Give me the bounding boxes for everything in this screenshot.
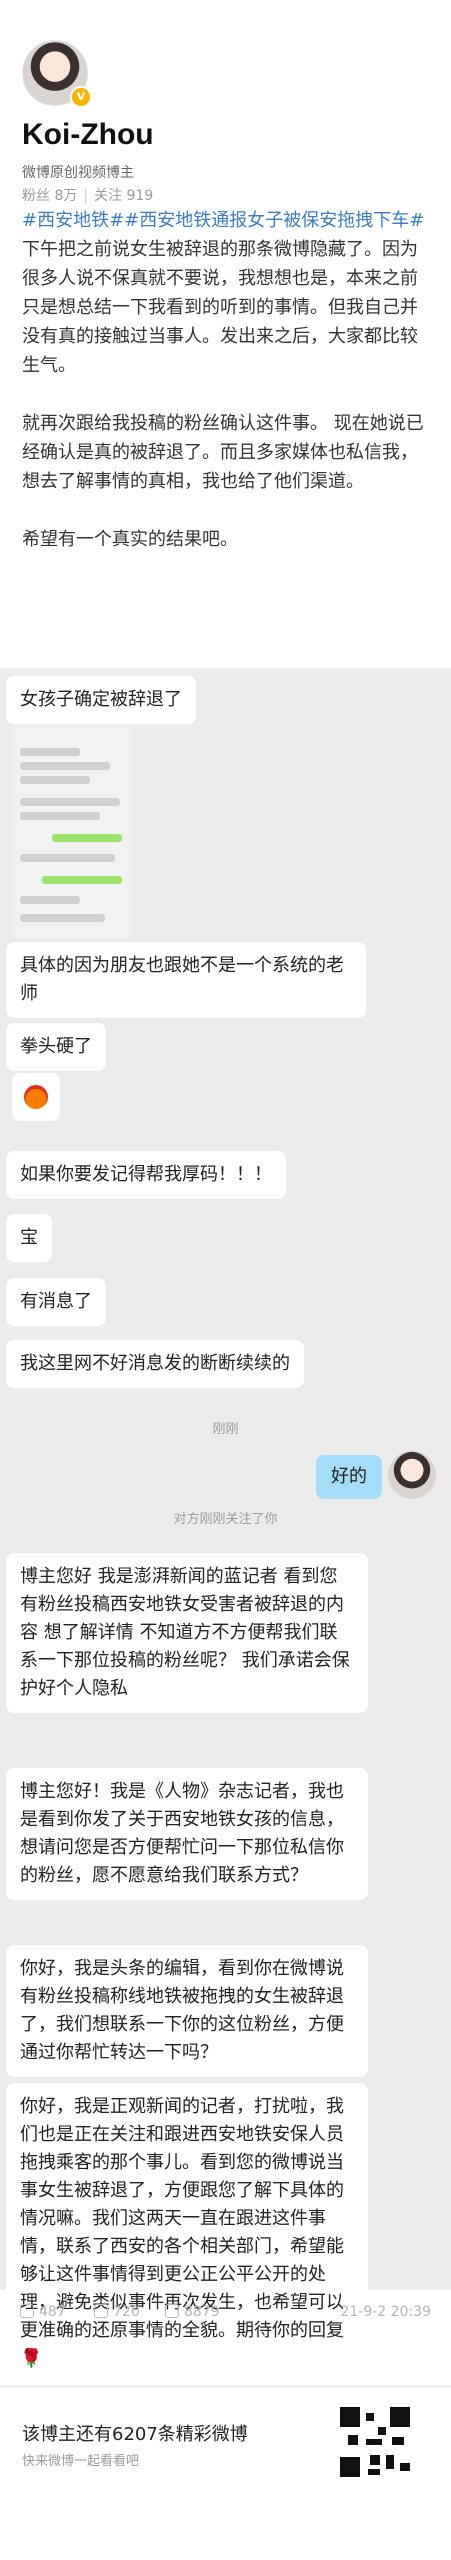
post-body: #西安地铁##西安地铁通报女子被保安拖拽下车# 下午把之前说女生被辞退的那条微博隐… xyxy=(22,206,432,583)
chat-message: 有消息了 xyxy=(6,1278,106,1326)
chat-emoji-message xyxy=(12,1073,60,1121)
like-icon xyxy=(165,2304,179,2318)
chat-timestamp: 刚刚 xyxy=(212,1422,239,1437)
verified-badge-icon: V xyxy=(70,86,92,108)
direct-message: 博主您好！我是《人物》杂志记者，我也是看到你发了关于西安地铁女孩的信息，想请问您… xyxy=(6,1768,368,1900)
post-paragraph-1: #西安地铁##西安地铁通报女子被保安拖拽下车# 下午把之前说女生被辞退的那条微博隐… xyxy=(22,206,432,380)
post-paragraph-2: 就再次跟给我投稿的粉丝确认这件事。 现在她说已经确认是真的被辞退了。而且多家媒体… xyxy=(22,413,424,492)
post-action-bar: 487 720 8879 21-9-2 20:39 xyxy=(0,2300,451,2330)
chat-message: 如果你要发记得帮我厚码！！！ xyxy=(6,1151,286,1199)
topic-link-xian-metro-report[interactable]: #西安地铁通报女子被保安拖拽下车# xyxy=(124,210,424,231)
chat-screenshot: 女孩子确定被辞退了 具体的因为朋友也跟她不是一个系统的老师 拳头硬了 如果你要发… xyxy=(0,668,451,2383)
chat-message: 拳头硬了 xyxy=(6,1023,106,1071)
direct-message: 博主您好 我是澎湃新闻的蓝记者 看到您有粉丝投稿西安地铁女受害者被辞退的内容 想… xyxy=(6,1553,368,1713)
post-paragraph-3: 希望有一个真实的结果吧。 xyxy=(22,529,238,550)
direct-message: 你好，我是头条的编辑，看到你在微博说有粉丝投稿称线地铁被拖拽的女生被辞退了，我们… xyxy=(6,1945,368,2077)
repost-icon xyxy=(20,2304,34,2318)
weibo-post-page: V Koi-Zhou 微博原创视频博主 粉丝 8万 | 关注 919 #西安地铁##… xyxy=(0,0,451,2560)
angry-face-icon xyxy=(24,1085,48,1109)
topic-link-xian-metro[interactable]: #西安地铁# xyxy=(22,210,124,231)
direct-message: 你好，我是正观新闻的记者，打扰啦，我们也是正在关注和跟进西安地铁安保人员拖拽乘客… xyxy=(6,2083,368,2383)
more-posts-subtext: 快来微博一起看看吧 xyxy=(22,2454,140,2469)
repost-count: 487 xyxy=(39,2304,66,2320)
profile-stats: 粉丝 8万 | 关注 919 xyxy=(22,188,154,204)
comment-icon xyxy=(94,2304,108,2318)
fans-count[interactable]: 粉丝 8万 xyxy=(22,188,77,204)
my-avatar xyxy=(388,1451,436,1499)
chat-image xyxy=(12,728,132,938)
profile-description: 微博原创视频博主 xyxy=(22,165,134,181)
post-paragraph-1-text: 下午把之前说女生被辞退的那条微博隐藏了。因为很多人说不保真就不要说，我想想也是，… xyxy=(22,239,418,376)
chat-message: 我这里网不好消息发的断断续续的 xyxy=(6,1340,304,1388)
profile-name[interactable]: Koi-Zhou xyxy=(22,118,154,152)
qr-code-icon xyxy=(340,2407,410,2477)
like-count: 8879 xyxy=(184,2304,220,2320)
repost-button[interactable]: 487 xyxy=(20,2304,66,2320)
follow-count[interactable]: 关注 919 xyxy=(94,188,153,204)
like-button[interactable]: 8879 xyxy=(165,2304,220,2320)
chat-message: 具体的因为朋友也跟她不是一个系统的老师 xyxy=(6,942,366,1018)
chat-message: 女孩子确定被辞退了 xyxy=(6,676,196,724)
divider xyxy=(0,2386,451,2387)
chat-system-notice: 对方刚刚关注了你 xyxy=(173,1512,278,1527)
comment-count: 720 xyxy=(113,2304,140,2320)
my-reply-bubble: 好的 xyxy=(316,1455,382,1499)
chat-message: 宝 xyxy=(6,1214,52,1262)
comment-button[interactable]: 720 xyxy=(94,2304,140,2320)
post-date: 21-9-2 20:39 xyxy=(340,2304,431,2320)
more-posts-text[interactable]: 该博主还有6207条精彩微博 xyxy=(22,2420,248,2446)
